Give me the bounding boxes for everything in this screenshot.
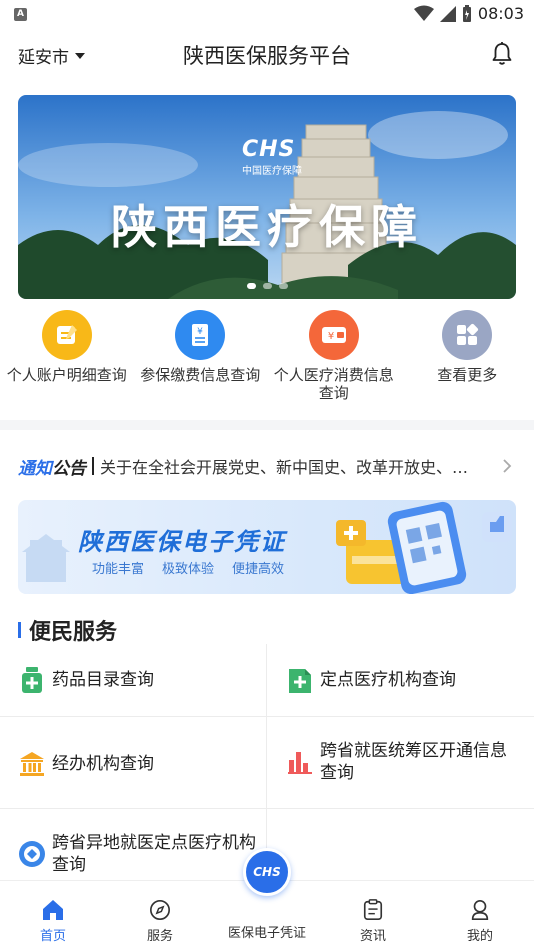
e-credential-title: 陕西医保电子凭证: [78, 528, 286, 556]
notice-divider: [92, 457, 94, 475]
svg-text:¥: ¥: [197, 327, 203, 337]
bell-icon[interactable]: [490, 41, 514, 67]
e-credential-tags: 功能丰富 极致体验 便捷高效: [92, 558, 284, 577]
chevron-right-icon: [503, 459, 512, 473]
service-medicine-catalog[interactable]: 药品目录查询: [18, 666, 154, 694]
service-label: 药品目录查询: [52, 670, 154, 690]
app-notification-icon: A: [14, 8, 27, 21]
hero-banner[interactable]: CHS 中国医疗保障 陕西医疗保障: [18, 95, 516, 299]
service-label: 定点医疗机构查询: [320, 670, 456, 690]
battery-icon: [462, 4, 471, 22]
quick-actions: 个人账户明细查询 ¥ 参保缴费信息查询 ¥ 个人医疗消费信息查询 查看更多: [0, 310, 534, 410]
carousel-dots: [18, 283, 516, 289]
service-designated-hospital[interactable]: 定点医疗机构查询: [286, 666, 456, 694]
section-divider: [0, 420, 534, 430]
nav-label: 我的: [466, 929, 493, 944]
svg-text:¥: ¥: [328, 331, 334, 342]
e-credential-label: 医保电子凭证: [227, 926, 306, 941]
compass-icon: [150, 900, 170, 920]
e-credential-tag: 便捷高效: [232, 562, 285, 577]
nav-home[interactable]: 首页: [13, 899, 93, 944]
notice-bar[interactable]: 通知公告 关于在全社会开展党史、新中国史、改革开放史、社会主义发展史宣传教育的通…: [18, 448, 516, 484]
status-bar: A 08:03: [0, 0, 534, 30]
chs-logo-sub: 中国医疗保障: [242, 166, 302, 177]
section-header: 便民服务: [18, 614, 117, 646]
grid-divider: [0, 716, 534, 717]
quick-payment-info[interactable]: ¥ 参保缴费信息查询: [134, 310, 268, 410]
e-credential-button[interactable]: CHS: [243, 848, 291, 896]
medical-consume-icon: ¥: [308, 310, 359, 360]
designated-hospital-icon: [289, 669, 311, 693]
medicine-catalog-icon: [22, 667, 42, 693]
nav-mine[interactable]: 我的: [440, 899, 520, 944]
agency-building-icon: [20, 752, 44, 776]
quick-label: 个人账户明细查询: [6, 366, 127, 384]
e-credential-tag: 极致体验: [162, 562, 215, 577]
nav-news[interactable]: 资讯: [333, 899, 413, 944]
service-label: 跨省就医统筹区开通信息查询: [320, 741, 507, 783]
quick-more[interactable]: 查看更多: [401, 310, 534, 410]
wifi-icon: [413, 5, 434, 21]
chs-logo: CHS: [242, 137, 296, 162]
app-header: 延安市 陕西医保服务平台: [0, 30, 534, 78]
quick-label: 参保缴费信息查询: [140, 366, 261, 384]
more-grid-icon: [442, 310, 493, 360]
nav-service[interactable]: 服务: [120, 899, 200, 944]
banner-title: 陕西医疗保障: [111, 200, 423, 254]
quick-label: 查看更多: [437, 366, 498, 384]
service-agency[interactable]: 经办机构查询: [18, 750, 154, 778]
notice-tag: 通知公告: [18, 458, 86, 479]
clock: 08:03: [477, 4, 524, 23]
carousel-dot[interactable]: [262, 283, 272, 289]
section-title: 便民服务: [29, 620, 118, 645]
carousel-dot[interactable]: [246, 283, 256, 289]
grid-divider: [0, 808, 534, 809]
payment-info-icon: ¥: [175, 310, 226, 360]
notice-text: 关于在全社会开展党史、新中国史、改革开放史、社会主义发展史宣传教育的通知: [100, 458, 470, 477]
grid-divider: [266, 644, 267, 880]
account-detail-icon: [41, 310, 92, 360]
quick-medical-consume[interactable]: ¥ 个人医疗消费信息查询: [267, 310, 401, 410]
nav-label: 服务: [146, 929, 173, 944]
bar-chart-icon: [288, 752, 312, 774]
service-cross-province-region[interactable]: 跨省就医统筹区开通信息查询: [286, 740, 520, 784]
system-icons: 08:03: [413, 4, 524, 23]
e-credential-banner[interactable]: 陕西医保电子凭证 功能丰富 极致体验 便捷高效: [18, 500, 516, 594]
page-title: 陕西医保服务平台: [183, 44, 351, 68]
chs-scan-icon: CHS: [253, 865, 281, 879]
remote-hospital-icon: [19, 841, 45, 867]
section-marker: [18, 622, 21, 638]
nav-label: 首页: [39, 929, 66, 944]
quick-label: 个人医疗消费信息查询: [273, 366, 394, 402]
home-icon: [43, 900, 63, 920]
cellular-signal-icon: [439, 5, 456, 22]
service-label: 经办机构查询: [52, 754, 154, 774]
service-label: 跨省异地就医定点医疗机构查询: [52, 833, 256, 875]
carousel-dot[interactable]: [278, 283, 288, 289]
news-clipboard-icon: [363, 899, 383, 920]
e-credential-tag: 功能丰富: [92, 562, 145, 577]
nav-label: 资讯: [359, 929, 386, 944]
service-remote-hospital[interactable]: 跨省异地就医定点医疗机构查询: [18, 832, 258, 876]
quick-account-detail[interactable]: 个人账户明细查询: [0, 310, 134, 410]
user-icon: [471, 900, 489, 920]
services-grid: 药品目录查询 定点医疗机构查询 经办机构查询 跨省就医统筹区开通信息查询 跨省异…: [0, 644, 534, 880]
